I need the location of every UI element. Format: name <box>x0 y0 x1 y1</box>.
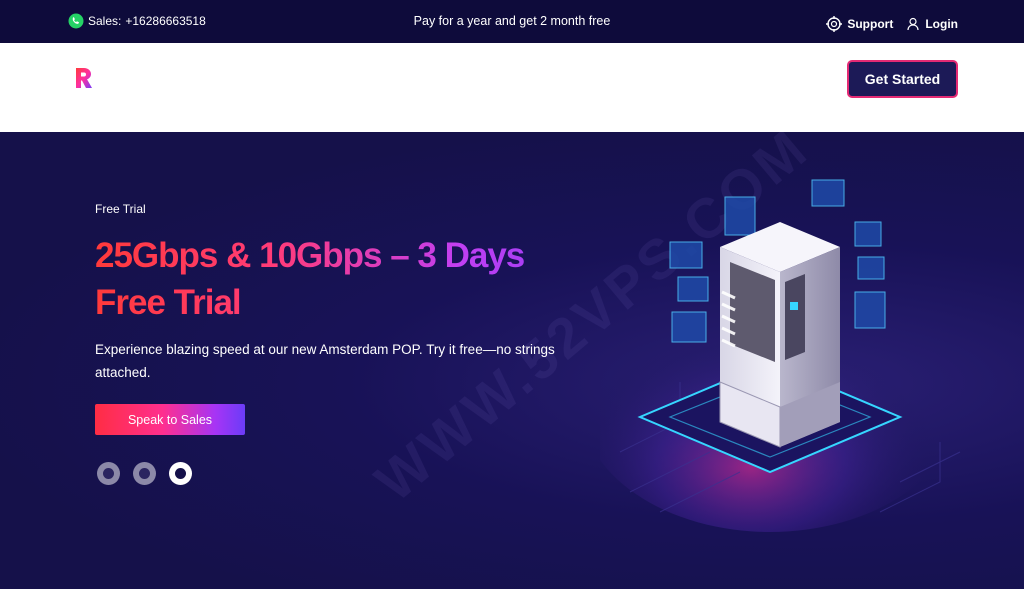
support-link[interactable]: Support <box>825 15 893 33</box>
site-header: Get Started <box>0 43 1024 132</box>
user-icon <box>907 17 921 31</box>
get-started-button[interactable]: Get Started <box>847 60 958 98</box>
server-illustration <box>600 179 961 532</box>
carousel-dot-2[interactable] <box>133 462 156 485</box>
top-bar: Sales: +16286663518 Pay for a year and g… <box>0 0 1024 43</box>
carousel-dot-1[interactable] <box>97 462 120 485</box>
headline-line-2: Free Trial <box>95 283 241 322</box>
logo-icon[interactable] <box>73 66 95 92</box>
carousel-dots <box>97 462 192 485</box>
sales-label: Sales: <box>88 14 122 28</box>
login-label: Login <box>925 17 958 31</box>
whatsapp-icon <box>68 13 84 29</box>
login-link[interactable]: Login <box>907 17 958 31</box>
hero-subtitle: Experience blazing speed at our new Amst… <box>95 342 555 380</box>
headline-line-1: 25Gbps & 10Gbps – 3 Days <box>95 236 525 275</box>
support-label: Support <box>847 17 894 31</box>
hero-headline: 25Gbps & 10Gbps – 3 Days Free Trial <box>95 232 615 326</box>
hero-eyebrow: Free Trial <box>95 202 146 216</box>
sales-contact[interactable]: Sales: +16286663518 <box>68 13 206 29</box>
carousel-dot-3[interactable] <box>169 462 192 485</box>
hero-section: WWW.52VPS.COM Free Trial 25Gbps & 10Gbps… <box>0 132 1024 589</box>
support-icon <box>825 15 843 33</box>
speak-to-sales-button[interactable]: Speak to Sales <box>95 404 245 435</box>
sales-phone[interactable]: +16286663518 <box>125 14 205 28</box>
